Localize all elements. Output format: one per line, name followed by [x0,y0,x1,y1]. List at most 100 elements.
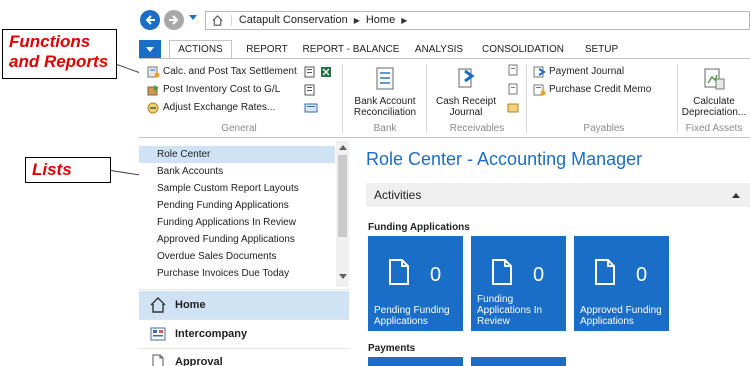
annotation-lists-text: Lists [32,160,72,179]
tile-approved-funding[interactable]: 0 Approved Funding Applications [574,236,669,331]
home-icon [150,297,166,313]
tab-report-balance[interactable]: REPORT - BALANCE [299,40,403,59]
tab-setup[interactable]: SETUP [579,40,624,59]
post-icon [147,85,159,96]
purchase-credit-memo-button[interactable]: Purchase Credit Memo [533,83,651,97]
calc-post-tax-settlement-button[interactable]: Calc. and Post Tax Settlement [147,65,297,79]
tile-funding-in-review[interactable]: 0 Funding Applications In Review [471,236,566,331]
arrow-left-icon [145,15,155,25]
document-icon[interactable] [507,83,519,95]
payment-journal-button[interactable]: Payment Journal [533,65,624,79]
annotation-lists: Lists [25,157,111,183]
page-title: Role Center - Accounting Manager [366,149,643,169]
depreciation-icon [704,68,725,90]
divider [139,289,349,290]
activities-label: Activities [374,188,422,202]
breadcrumb-company[interactable]: Catapult Conservation [239,12,348,29]
action-label: Post Inventory Cost to G/L [163,84,281,95]
exchange-icon [147,102,159,114]
breadcrumb-page[interactable]: Home [366,12,395,29]
list-item-purchase-invoices-due[interactable]: Purchase Invoices Due Today [139,265,335,282]
scroll-down-icon[interactable] [339,274,347,279]
adjust-exchange-rates-button[interactable]: Adjust Exchange Rates... [147,101,275,115]
action-label: Payment Journal [549,66,625,77]
scroll-thumb[interactable] [338,155,347,237]
tile-label: Funding Applications In Review [477,294,543,327]
callout-line-functions [116,64,142,74]
document-icon[interactable] [507,64,519,76]
calculator-icon [147,66,160,78]
breadcrumb-separator-icon: ▶ [353,16,360,25]
scroll-up-icon[interactable] [339,145,347,150]
group-label-fixed-assets: Fixed Assets [685,123,743,134]
address-bar[interactable]: | Catapult Conservation ▶ Home ▶ [205,11,750,30]
nav-section-intercompany[interactable]: Intercompany [139,320,349,348]
list-scrollbar[interactable] [336,141,349,287]
post-inventory-cost-button[interactable]: Post Inventory Cost to G/L [147,83,280,97]
back-button[interactable] [140,10,160,30]
action-label: Adjust Exchange Rates... [163,102,276,113]
list-item-approved-funding[interactable]: Approved Funding Applications [139,231,335,248]
group-label-general: General [221,123,257,134]
nav-section-home[interactable]: Home [139,291,349,319]
annotation-functions-and-reports: Functions and Reports [2,29,117,79]
tile-count: 0 [430,264,442,286]
history-dropdown[interactable] [189,15,197,20]
list-item-bank-accounts[interactable]: Bank Accounts [139,163,335,180]
register-icon[interactable] [507,102,519,114]
breadcrumb-separator-icon: ▶ [401,16,408,25]
nav-section-label: Intercompany [175,328,248,340]
reconciliation-icon [376,67,394,90]
calculate-depreciation-button[interactable]: Calculate Depreciation... [680,65,748,118]
activities-header[interactable]: Activities [366,183,750,207]
bank-account-reconciliation-button[interactable]: Bank Account Reconciliation [349,65,421,118]
list-item-funding-in-review[interactable]: Funding Applications In Review [139,214,335,231]
list-item-pending-funding[interactable]: Pending Funding Applications [139,197,335,214]
action-label: Calc. and Post Tax Settlement [163,66,297,77]
list-item-overdue-sales[interactable]: Overdue Sales Documents [139,248,335,265]
document-icon [492,259,512,285]
report-icon[interactable] [304,84,316,96]
tab-report[interactable]: REPORT [242,40,292,59]
tab-analysis[interactable]: ANALYSIS [410,40,468,59]
tile-count: 0 [636,264,648,286]
group-label-receivables: Receivables [449,123,505,134]
section-title-funding: Funding Applications [368,222,470,233]
group-separator [677,64,678,134]
forward-button[interactable] [164,10,184,30]
nav-section-approval[interactable]: Approval [139,348,349,366]
tile-payments[interactable] [471,357,566,366]
group-separator [342,64,343,134]
document-icon [389,259,409,285]
annotation-functions-text: Functions and Reports [9,32,109,71]
collapse-icon[interactable] [732,193,740,198]
action-label: Calculate Depreciation... [681,96,747,118]
section-title-payments: Payments [368,343,416,354]
tab-consolidation[interactable]: CONSOLIDATION [476,40,570,59]
arrow-right-icon [169,15,179,25]
action-label: Cash Receipt Journal [435,96,497,118]
report-icon[interactable] [304,66,316,78]
excel-icon[interactable] [320,66,332,78]
tile-pending-funding[interactable]: 0 Pending Funding Applications [368,236,463,331]
intercompany-icon [150,327,166,341]
list-item-custom-report-layouts[interactable]: Sample Custom Report Layouts [139,180,335,197]
action-label: Bank Account Reconciliation [353,96,417,118]
group-separator [526,64,527,134]
payment-icon [533,66,546,78]
document-icon [595,259,615,285]
tab-actions[interactable]: ACTIONS [169,40,232,59]
nav-section-label: Approval [175,356,223,366]
action-label: Purchase Credit Memo [549,84,652,95]
tile-payments[interactable] [368,357,463,366]
application-menu-button[interactable] [139,40,161,59]
approval-icon [152,354,164,366]
cash-receipt-journal-button[interactable]: Cash Receipt Journal [431,65,501,118]
tile-label: Approved Funding Applications [580,305,662,327]
list-item-role-center[interactable]: Role Center [139,146,335,163]
tile-label: Pending Funding Applications [374,305,450,327]
credit-memo-icon [533,84,546,96]
tile-count: 0 [533,264,545,286]
group-label-payables: Payables [583,123,625,134]
batch-icon[interactable] [304,102,318,114]
